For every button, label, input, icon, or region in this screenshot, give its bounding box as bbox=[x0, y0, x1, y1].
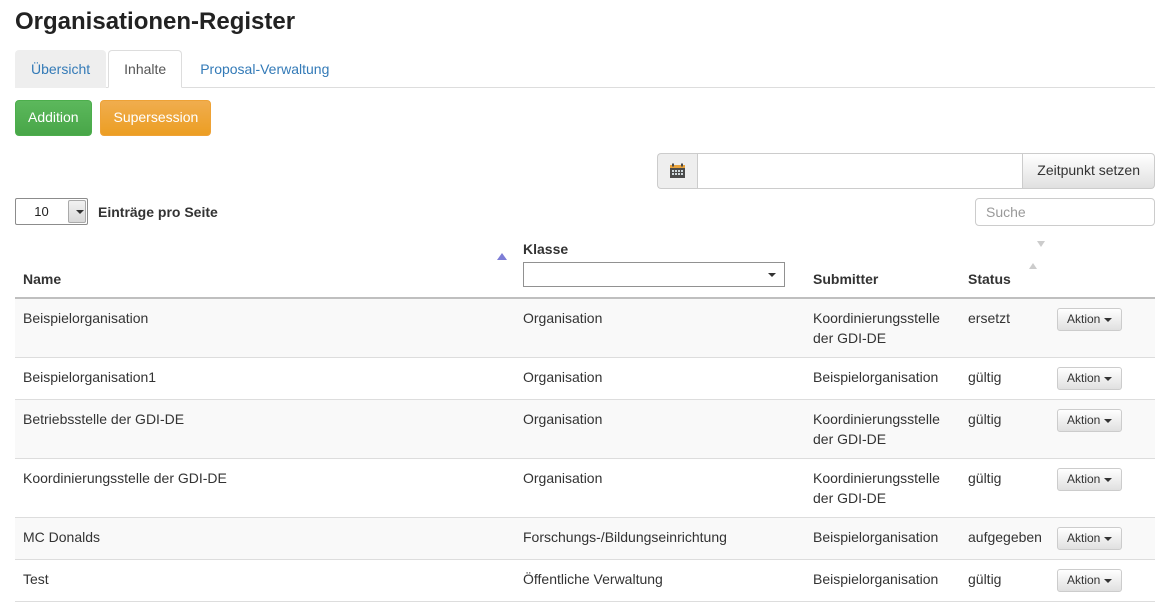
tab-bar: Übersicht Inhalte Proposal-Verwaltung bbox=[15, 50, 1155, 88]
tab-inhalte[interactable]: Inhalte bbox=[108, 50, 182, 88]
cell-klasse: Organisation bbox=[515, 298, 805, 358]
aktion-dropdown-button[interactable]: Aktion bbox=[1057, 409, 1122, 432]
cell-klasse: Forschungs-/Bildungseinrichtung bbox=[515, 517, 805, 559]
timepoint-row: Zeitpunkt setzen bbox=[15, 153, 1155, 189]
column-header-submitter-label: Submitter bbox=[813, 271, 878, 287]
caret-down-icon bbox=[76, 210, 84, 214]
timepoint-input-group: Zeitpunkt setzen bbox=[657, 153, 1155, 189]
cell-submitter: Beispielorganisation bbox=[805, 517, 960, 559]
klasse-filter-select[interactable] bbox=[523, 262, 785, 287]
aktion-dropdown-button[interactable]: Aktion bbox=[1057, 468, 1122, 491]
cell-klasse: Organisation bbox=[515, 357, 805, 399]
cell-name: MC Donalds bbox=[15, 517, 515, 559]
cell-name: Test bbox=[15, 559, 515, 601]
column-header-klasse: Klasse bbox=[515, 237, 805, 298]
caret-down-icon bbox=[1104, 478, 1112, 482]
cell-status: gültig bbox=[960, 357, 1047, 399]
sort-both-icon bbox=[1029, 247, 1045, 263]
calendar-icon bbox=[669, 163, 686, 179]
page-size-control: 10 Einträge pro Seite bbox=[15, 198, 218, 225]
controls-row: 10 Einträge pro Seite bbox=[15, 198, 1155, 226]
caret-down-icon bbox=[1104, 318, 1112, 322]
page-size-value: 10 bbox=[16, 199, 67, 224]
caret-down-icon bbox=[1104, 537, 1112, 541]
cell-submitter: Koordinierungsstelle der GDI-DE bbox=[805, 458, 960, 517]
cell-status: aufgegeben bbox=[960, 517, 1047, 559]
cell-klasse: Organisation bbox=[515, 458, 805, 517]
caret-down-icon bbox=[768, 273, 776, 277]
cell-status: gültig bbox=[960, 399, 1047, 458]
table-row: Beispielorganisation Organisation Koordi… bbox=[15, 298, 1155, 358]
cell-klasse: Öffentliche Verwaltung bbox=[515, 559, 805, 601]
aktion-dropdown-button[interactable]: Aktion bbox=[1057, 367, 1122, 390]
cell-submitter: Beispielorganisation bbox=[805, 559, 960, 601]
zeitpunkt-setzen-button[interactable]: Zeitpunkt setzen bbox=[1023, 153, 1155, 189]
column-header-submitter: Submitter bbox=[805, 237, 960, 298]
aktion-label: Aktion bbox=[1067, 531, 1100, 545]
cell-submitter: Beispielorganisation bbox=[805, 357, 960, 399]
aktion-label: Aktion bbox=[1067, 371, 1100, 385]
table-row: MC Donalds Forschungs-/Bildungseinrichtu… bbox=[15, 517, 1155, 559]
aktion-label: Aktion bbox=[1067, 413, 1100, 427]
column-header-name[interactable]: Name bbox=[15, 237, 515, 298]
calendar-addon[interactable] bbox=[657, 153, 697, 189]
sort-ascending-icon bbox=[497, 253, 507, 260]
caret-down-icon bbox=[1104, 419, 1112, 423]
aktion-label: Aktion bbox=[1067, 573, 1100, 587]
page-title: Organisationen-Register bbox=[15, 8, 1155, 36]
page-size-label: Einträge pro Seite bbox=[98, 204, 218, 220]
tab-uebersicht[interactable]: Übersicht bbox=[15, 50, 106, 88]
table-row: Test Öffentliche Verwaltung Beispielorga… bbox=[15, 559, 1155, 601]
caret-down-icon bbox=[1104, 579, 1112, 583]
column-header-status[interactable]: Status bbox=[960, 237, 1047, 298]
search-input[interactable] bbox=[975, 198, 1155, 226]
page-size-select[interactable]: 10 bbox=[15, 198, 88, 225]
page-container: Organisationen-Register Übersicht Inhalt… bbox=[0, 8, 1170, 602]
column-header-klasse-label: Klasse bbox=[523, 241, 568, 257]
register-table: Name Klasse Submitter Status bbox=[15, 237, 1155, 602]
aktion-label: Aktion bbox=[1067, 312, 1100, 326]
aktion-label: Aktion bbox=[1067, 472, 1100, 486]
select-arrow-button[interactable] bbox=[68, 200, 86, 223]
cell-klasse: Organisation bbox=[515, 399, 805, 458]
table-header-row: Name Klasse Submitter Status bbox=[15, 237, 1155, 298]
cell-name: Koordinierungsstelle der GDI-DE bbox=[15, 458, 515, 517]
cell-name: Beispielorganisation bbox=[15, 298, 515, 358]
proposal-button-row: Addition Supersession bbox=[15, 100, 1155, 136]
cell-submitter: Koordinierungsstelle der GDI-DE bbox=[805, 399, 960, 458]
column-header-status-label: Status bbox=[968, 271, 1011, 287]
aktion-dropdown-button[interactable]: Aktion bbox=[1057, 569, 1122, 592]
cell-name: Betriebsstelle der GDI-DE bbox=[15, 399, 515, 458]
tab-proposal-verwaltung[interactable]: Proposal-Verwaltung bbox=[184, 50, 345, 88]
table-row: Betriebsstelle der GDI-DE Organisation K… bbox=[15, 399, 1155, 458]
supersession-button[interactable]: Supersession bbox=[100, 100, 211, 136]
cell-status: gültig bbox=[960, 458, 1047, 517]
caret-down-icon bbox=[1104, 377, 1112, 381]
column-header-actions bbox=[1047, 237, 1155, 298]
aktion-dropdown-button[interactable]: Aktion bbox=[1057, 527, 1122, 550]
table-row: Beispielorganisation1 Organisation Beisp… bbox=[15, 357, 1155, 399]
timepoint-input[interactable] bbox=[697, 153, 1023, 189]
cell-status: gültig bbox=[960, 559, 1047, 601]
cell-name: Beispielorganisation1 bbox=[15, 357, 515, 399]
cell-status: ersetzt bbox=[960, 298, 1047, 358]
addition-button[interactable]: Addition bbox=[15, 100, 92, 136]
cell-submitter: Koordinierungsstelle der GDI-DE bbox=[805, 298, 960, 358]
table-row: Koordinierungsstelle der GDI-DE Organisa… bbox=[15, 458, 1155, 517]
aktion-dropdown-button[interactable]: Aktion bbox=[1057, 308, 1122, 331]
column-header-name-label: Name bbox=[23, 271, 61, 287]
